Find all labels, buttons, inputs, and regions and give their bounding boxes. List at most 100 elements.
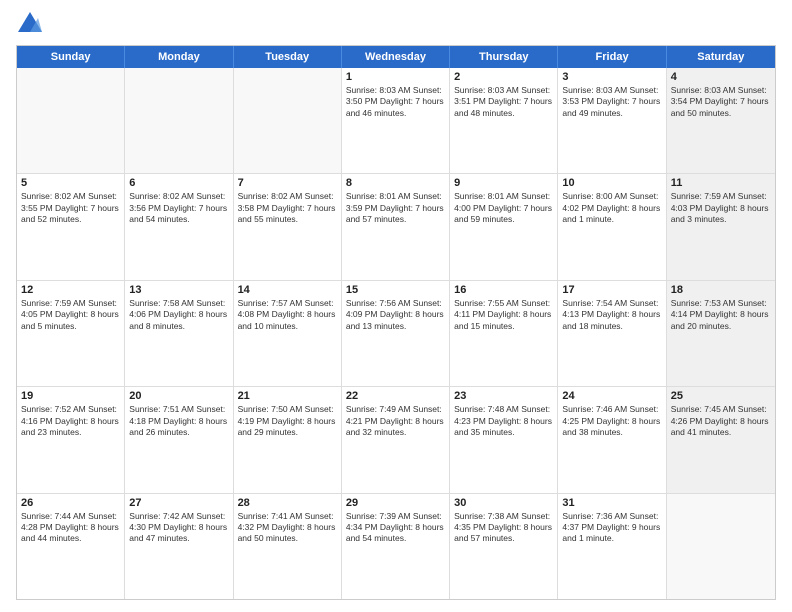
header-day-saturday: Saturday [667, 46, 775, 68]
day-number: 24 [562, 390, 661, 402]
calendar-cell-5-4: 29 Sunrise: 7:39 AM Sunset: 4:34 PM Dayli… [342, 494, 450, 599]
cell-info: Sunrise: 7:46 AM Sunset: 4:25 PM Dayligh… [562, 404, 661, 438]
cell-info: Sunrise: 8:02 AM Sunset: 3:58 PM Dayligh… [238, 191, 337, 225]
cell-info: Sunrise: 7:44 AM Sunset: 4:28 PM Dayligh… [21, 511, 120, 545]
day-number: 21 [238, 390, 337, 402]
header-day-sunday: Sunday [17, 46, 125, 68]
cell-info: Sunrise: 7:55 AM Sunset: 4:11 PM Dayligh… [454, 298, 553, 332]
calendar-cell-3-5: 16 Sunrise: 7:55 AM Sunset: 4:11 PM Dayli… [450, 281, 558, 386]
calendar-cell-2-1: 5 Sunrise: 8:02 AM Sunset: 3:55 PM Daylig… [17, 174, 125, 279]
calendar-cell-2-6: 10 Sunrise: 8:00 AM Sunset: 4:02 PM Dayli… [558, 174, 666, 279]
cell-info: Sunrise: 7:41 AM Sunset: 4:32 PM Dayligh… [238, 511, 337, 545]
cell-info: Sunrise: 8:00 AM Sunset: 4:02 PM Dayligh… [562, 191, 661, 225]
calendar-cell-5-3: 28Sunrise: 7:41 AM Sunset: 4:32 PM Dayli… [234, 494, 342, 599]
cell-info: Sunrise: 8:03 AM Sunset: 3:53 PM Dayligh… [562, 85, 661, 119]
cell-info: Sunrise: 8:02 AM Sunset: 3:56 PM Dayligh… [129, 191, 228, 225]
cell-info: Sunrise: 7:49 AM Sunset: 4:21 PM Dayligh… [346, 404, 445, 438]
calendar-cell-4-4: 22 Sunrise: 7:49 AM Sunset: 4:21 PM Dayli… [342, 387, 450, 492]
day-number: 22 [346, 390, 445, 402]
day-number: 10 [562, 177, 661, 189]
day-number: 23 [454, 390, 553, 402]
day-number: 13 [129, 284, 228, 296]
calendar-cell-2-3: 7 Sunrise: 8:02 AM Sunset: 3:58 PM Daylig… [234, 174, 342, 279]
header-day-wednesday: Wednesday [342, 46, 450, 68]
cell-info: Sunrise: 7:57 AM Sunset: 4:08 PM Dayligh… [238, 298, 337, 332]
calendar-cell-1-7: 4Sunrise: 8:03 AM Sunset: 3:54 PM Daylig… [667, 68, 775, 173]
calendar-cell-5-2: 27 Sunrise: 7:42 AM Sunset: 4:30 PM Dayli… [125, 494, 233, 599]
day-number: 18 [671, 284, 771, 296]
calendar-cell-1-3 [234, 68, 342, 173]
calendar-cell-4-7: 25Sunrise: 7:45 AM Sunset: 4:26 PM Dayli… [667, 387, 775, 492]
calendar-cell-3-6: 17 Sunrise: 7:54 AM Sunset: 4:13 PM Dayli… [558, 281, 666, 386]
calendar-week-4: 19Sunrise: 7:52 AM Sunset: 4:16 PM Dayli… [17, 386, 775, 492]
day-number: 9 [454, 177, 553, 189]
calendar-cell-4-6: 24 Sunrise: 7:46 AM Sunset: 4:25 PM Dayli… [558, 387, 666, 492]
calendar-body: 1 Sunrise: 8:03 AM Sunset: 3:50 PM Daylig… [17, 68, 775, 599]
header-day-thursday: Thursday [450, 46, 558, 68]
cell-info: Sunrise: 8:03 AM Sunset: 3:51 PM Dayligh… [454, 85, 553, 119]
cell-info: Sunrise: 8:02 AM Sunset: 3:55 PM Dayligh… [21, 191, 120, 225]
day-number: 15 [346, 284, 445, 296]
day-number: 30 [454, 497, 553, 509]
day-number: 1 [346, 71, 445, 83]
day-number: 17 [562, 284, 661, 296]
header-day-monday: Monday [125, 46, 233, 68]
day-number: 19 [21, 390, 120, 402]
day-number: 5 [21, 177, 120, 189]
calendar-cell-2-7: 11 Sunrise: 7:59 AM Sunset: 4:03 PM Dayli… [667, 174, 775, 279]
header [16, 12, 776, 37]
cell-info: Sunrise: 7:39 AM Sunset: 4:34 PM Dayligh… [346, 511, 445, 545]
cell-info: Sunrise: 7:38 AM Sunset: 4:35 PM Dayligh… [454, 511, 553, 545]
cell-info: Sunrise: 7:59 AM Sunset: 4:03 PM Dayligh… [671, 191, 771, 225]
day-number: 16 [454, 284, 553, 296]
calendar-cell-5-7 [667, 494, 775, 599]
calendar-cell-3-4: 15Sunrise: 7:56 AM Sunset: 4:09 PM Dayli… [342, 281, 450, 386]
cell-info: Sunrise: 7:50 AM Sunset: 4:19 PM Dayligh… [238, 404, 337, 438]
calendar-cell-2-4: 8 Sunrise: 8:01 AM Sunset: 3:59 PM Daylig… [342, 174, 450, 279]
calendar-cell-1-1 [17, 68, 125, 173]
calendar-cell-2-2: 6 Sunrise: 8:02 AM Sunset: 3:56 PM Daylig… [125, 174, 233, 279]
calendar-cell-5-5: 30 Sunrise: 7:38 AM Sunset: 4:35 PM Dayli… [450, 494, 558, 599]
day-number: 31 [562, 497, 661, 509]
day-number: 25 [671, 390, 771, 402]
calendar-cell-5-1: 26 Sunrise: 7:44 AM Sunset: 4:28 PM Dayli… [17, 494, 125, 599]
calendar-cell-2-5: 9Sunrise: 8:01 AM Sunset: 4:00 PM Daylig… [450, 174, 558, 279]
cell-info: Sunrise: 7:54 AM Sunset: 4:13 PM Dayligh… [562, 298, 661, 332]
calendar-header: SundayMondayTuesdayWednesdayThursdayFrid… [17, 46, 775, 68]
calendar-cell-1-6: 3 Sunrise: 8:03 AM Sunset: 3:53 PM Daylig… [558, 68, 666, 173]
calendar-cell-4-2: 20Sunrise: 7:51 AM Sunset: 4:18 PM Dayli… [125, 387, 233, 492]
day-number: 12 [21, 284, 120, 296]
cell-info: Sunrise: 7:53 AM Sunset: 4:14 PM Dayligh… [671, 298, 771, 332]
day-number: 7 [238, 177, 337, 189]
day-number: 11 [671, 177, 771, 189]
day-number: 27 [129, 497, 228, 509]
calendar-week-2: 5 Sunrise: 8:02 AM Sunset: 3:55 PM Daylig… [17, 173, 775, 279]
cell-info: Sunrise: 7:48 AM Sunset: 4:23 PM Dayligh… [454, 404, 553, 438]
day-number: 8 [346, 177, 445, 189]
day-number: 6 [129, 177, 228, 189]
logo [16, 12, 42, 37]
calendar-cell-4-1: 19Sunrise: 7:52 AM Sunset: 4:16 PM Dayli… [17, 387, 125, 492]
cell-info: Sunrise: 7:59 AM Sunset: 4:05 PM Dayligh… [21, 298, 120, 332]
day-number: 4 [671, 71, 771, 83]
calendar-cell-4-5: 23 Sunrise: 7:48 AM Sunset: 4:23 PM Dayli… [450, 387, 558, 492]
calendar-week-5: 26 Sunrise: 7:44 AM Sunset: 4:28 PM Dayli… [17, 493, 775, 599]
calendar: SundayMondayTuesdayWednesdayThursdayFrid… [16, 45, 776, 600]
header-day-tuesday: Tuesday [234, 46, 342, 68]
calendar-cell-3-1: 12 Sunrise: 7:59 AM Sunset: 4:05 PM Dayli… [17, 281, 125, 386]
day-number: 3 [562, 71, 661, 83]
calendar-cell-3-3: 14 Sunrise: 7:57 AM Sunset: 4:08 PM Dayli… [234, 281, 342, 386]
day-number: 29 [346, 497, 445, 509]
cell-info: Sunrise: 8:01 AM Sunset: 3:59 PM Dayligh… [346, 191, 445, 225]
day-number: 14 [238, 284, 337, 296]
cell-info: Sunrise: 8:03 AM Sunset: 3:50 PM Dayligh… [346, 85, 445, 119]
header-day-friday: Friday [558, 46, 666, 68]
page: SundayMondayTuesdayWednesdayThursdayFrid… [0, 0, 792, 612]
logo-icon [18, 12, 42, 32]
calendar-cell-5-6: 31Sunrise: 7:36 AM Sunset: 4:37 PM Dayli… [558, 494, 666, 599]
calendar-cell-4-3: 21 Sunrise: 7:50 AM Sunset: 4:19 PM Dayli… [234, 387, 342, 492]
calendar-week-3: 12 Sunrise: 7:59 AM Sunset: 4:05 PM Dayli… [17, 280, 775, 386]
cell-info: Sunrise: 7:42 AM Sunset: 4:30 PM Dayligh… [129, 511, 228, 545]
day-number: 26 [21, 497, 120, 509]
calendar-cell-3-2: 13Sunrise: 7:58 AM Sunset: 4:06 PM Dayli… [125, 281, 233, 386]
